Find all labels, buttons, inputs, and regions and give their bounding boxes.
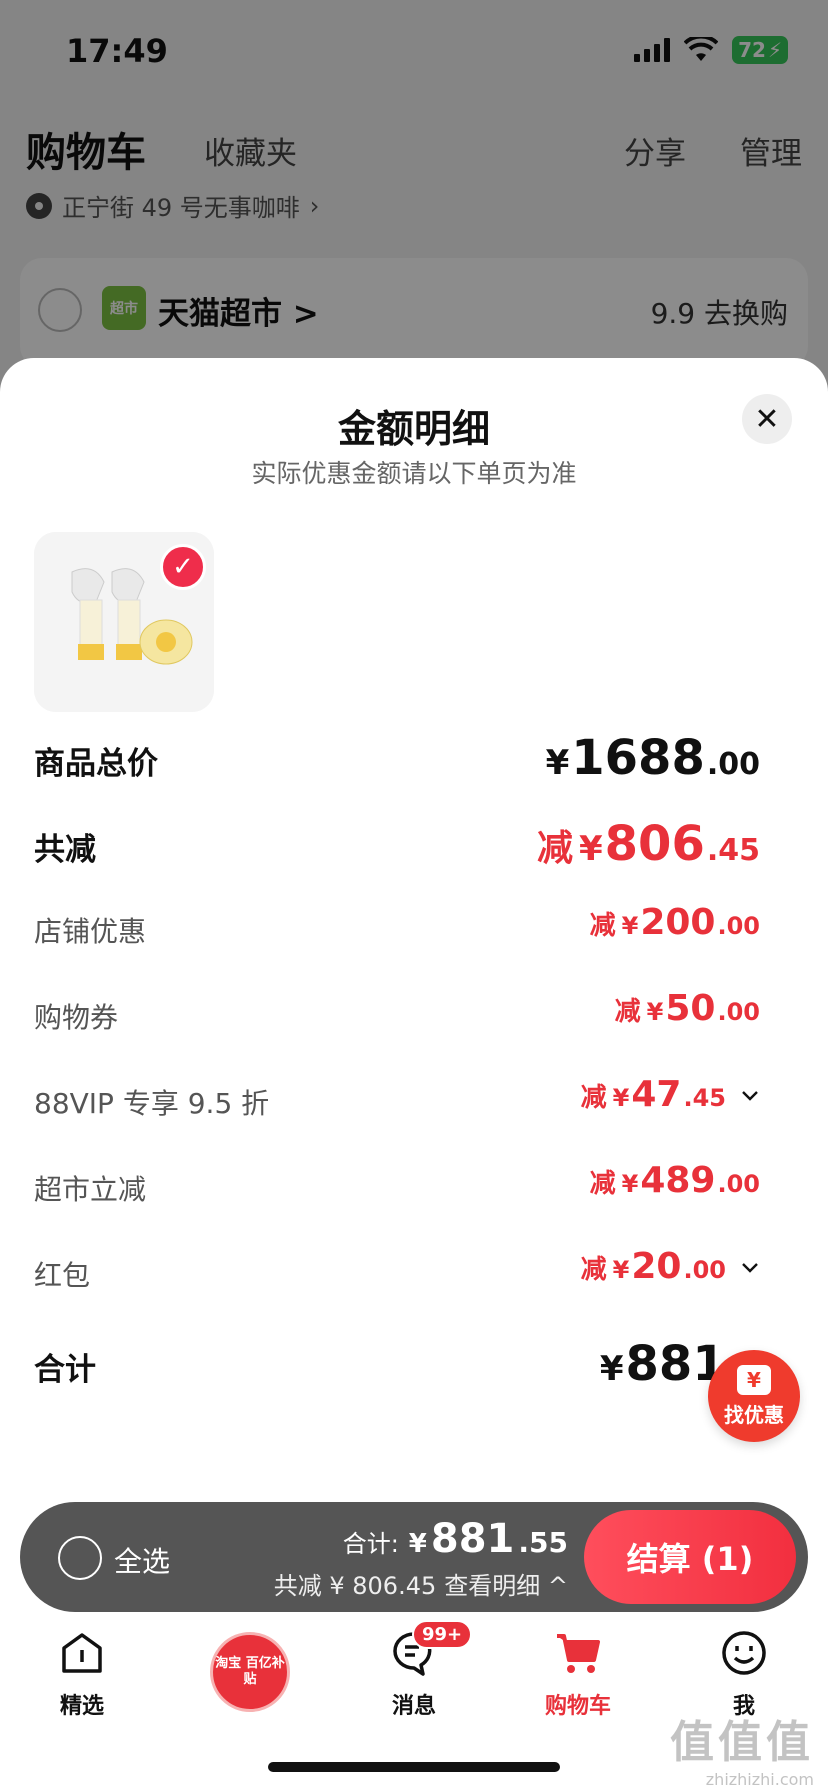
watermark-logo: 值值值 [670, 1717, 814, 1768]
amount-int: 50 [665, 988, 716, 1029]
row-label: 合计 [34, 1352, 96, 1388]
watermark: 值值值 zhizhizhi.com [670, 1706, 814, 1789]
tab-subsidy[interactable]: 淘宝 百亿补贴 [210, 1632, 290, 1712]
sheet-title: 金额明细 [337, 407, 490, 451]
close-button[interactable]: ✕ [742, 394, 792, 444]
checkout-discount: 共减 ¥ 806.45 查看明细 ^ [274, 1566, 568, 1601]
discount-prefix: 减 [614, 997, 641, 1027]
row-label: 商品总价 [34, 746, 158, 782]
row-amount: 减 ¥ 806 .45 [537, 816, 760, 872]
row-label: 店铺优惠 [34, 915, 147, 948]
amount-int: 1688 [571, 730, 705, 786]
row-label: 88VIP 专享 9.5 折 [34, 1087, 270, 1120]
message-badge: 99+ [412, 1620, 473, 1649]
find-deal-label: 找优惠 [724, 1402, 784, 1427]
row-label: 红包 [34, 1259, 91, 1292]
row-amount: ¥ 1688 .00 [546, 730, 760, 786]
discount-prefix: 减 [580, 1255, 607, 1285]
checkout-total: 合计: ¥ 881 .55 [343, 1516, 568, 1562]
find-deal-button[interactable]: ¥ 找优惠 [708, 1350, 800, 1442]
discount-prefix: 减 [536, 828, 573, 869]
row-label: 超市立减 [34, 1173, 147, 1206]
row-label: 共减 [34, 832, 96, 868]
amount-dec: .00 [683, 1256, 726, 1284]
chevron-down-icon[interactable] [740, 1086, 760, 1106]
amount-int: 200 [640, 902, 716, 943]
row-store-discount: 店铺优惠 减 ¥ 200 .00 [34, 898, 760, 958]
row-amount: 减 ¥ 50 .00 [615, 988, 760, 1029]
discount-prefix: 减 [580, 1083, 607, 1113]
currency-symbol: ¥ [612, 1084, 630, 1112]
total-label: 合计: [342, 1530, 399, 1558]
row-amount: 减 ¥ 200 .00 [590, 902, 760, 943]
select-all-label[interactable]: 全选 [114, 1540, 170, 1580]
row-total-price: 商品总价 ¥ 1688 .00 [34, 726, 760, 786]
amount-int: 489 [640, 1160, 716, 1201]
row-label: 购物券 [34, 1001, 119, 1034]
row-total-discount: 共减 减 ¥ 806 .45 [34, 812, 760, 872]
tab-me[interactable]: 我 [684, 1620, 804, 1720]
row-red-packet[interactable]: 红包 减 ¥ 20 .00 [34, 1242, 758, 1302]
checkout-bar: 全选 合计: ¥ 881 .55 共减 ¥ 806.45 查看明细 ^ 结算 (… [20, 1502, 808, 1612]
coupon-icon: ¥ [737, 1364, 771, 1395]
total-dec: .55 [518, 1526, 568, 1559]
currency-symbol: ¥ [408, 1529, 427, 1559]
amount-dec: .00 [717, 912, 760, 940]
amount-dec: .00 [717, 998, 760, 1026]
checkout-button[interactable]: 结算 (1) [584, 1510, 796, 1604]
total-int: 881 [430, 1516, 515, 1562]
product-selected-check-icon[interactable]: ✓ [160, 544, 206, 590]
amount-dec: .00 [706, 747, 760, 782]
row-amount: 减 ¥ 489 .00 [590, 1160, 760, 1201]
currency-symbol: ¥ [545, 743, 570, 783]
currency-symbol: ¥ [578, 829, 603, 869]
amount-int: 20 [631, 1246, 682, 1287]
profile-icon [722, 1631, 766, 1675]
currency-symbol: ¥ [646, 998, 664, 1026]
row-supermarket-discount: 超市立减 减 ¥ 489 .00 [34, 1156, 760, 1216]
row-grand-total: 合计 ¥ 881 .5 [34, 1332, 760, 1392]
amount-dec: .45 [683, 1084, 726, 1112]
amount-int: 806 [604, 816, 705, 872]
home-icon [62, 1633, 102, 1673]
tab-label: 精选 [59, 1694, 104, 1719]
tab-label: 消息 [391, 1694, 436, 1719]
chevron-down-icon[interactable] [740, 1258, 760, 1278]
discount-prefix: 减 [589, 911, 616, 941]
discount-prefix: 减 [589, 1169, 616, 1199]
row-88vip-discount[interactable]: 88VIP 专享 9.5 折 减 ¥ 47 .45 [34, 1070, 758, 1130]
currency-symbol: ¥ [612, 1256, 630, 1284]
view-detail-link[interactable]: 查看明细 ^ [444, 1566, 568, 1601]
currency-symbol: ¥ [621, 1170, 639, 1198]
amount-int: 47 [631, 1074, 682, 1115]
tab-label: 购物车 [544, 1694, 611, 1719]
close-icon: ✕ [754, 401, 780, 437]
row-amount: 减 ¥ 20 .00 [581, 1246, 726, 1287]
tab-featured[interactable]: 精选 [22, 1620, 142, 1720]
currency-symbol: ¥ [621, 912, 639, 940]
amount-dec: .00 [717, 1170, 760, 1198]
cart-icon [557, 1634, 600, 1673]
tab-cart[interactable]: 购物车 [518, 1620, 638, 1720]
watermark-url: zhizhizhi.com [705, 1770, 814, 1789]
sheet-subtitle: 实际优惠金额请以下单页为准 [251, 459, 577, 488]
select-all-radio[interactable] [58, 1536, 102, 1580]
home-indicator [268, 1762, 560, 1772]
amount-dec: .45 [706, 833, 760, 868]
currency-symbol: ¥ [599, 1349, 624, 1389]
row-amount: 减 ¥ 47 .45 [581, 1074, 726, 1115]
discount-text: 共减 ¥ 806.45 [273, 1572, 437, 1600]
row-shopping-voucher: 购物券 减 ¥ 50 .00 [34, 984, 760, 1044]
